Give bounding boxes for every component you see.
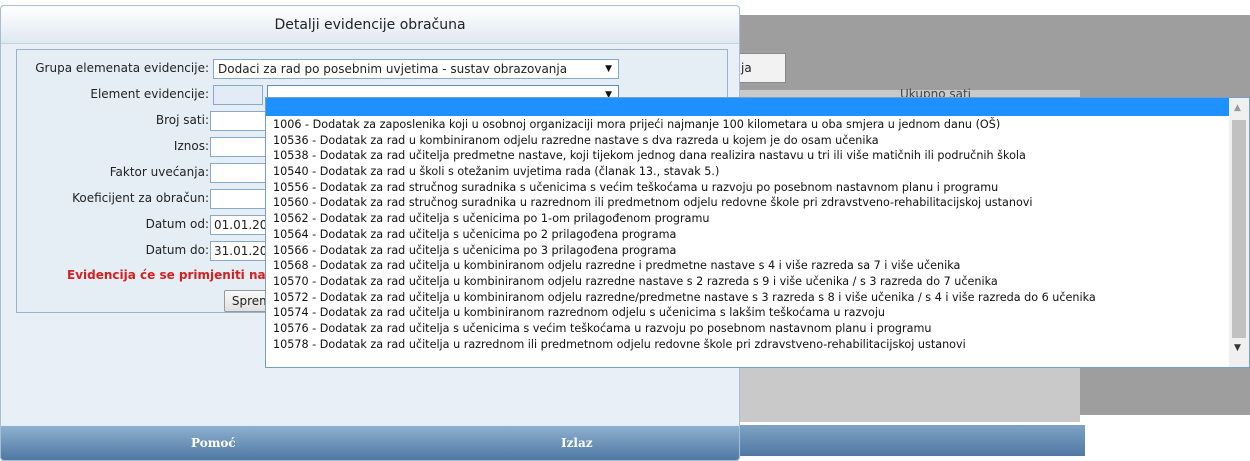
dropdown-option[interactable]: 10574 - Dodatak za rad učitelja u kombin… [266, 305, 1229, 321]
dropdown-option[interactable]: 10560 - Dodatak za rad stručnog suradnik… [266, 195, 1229, 211]
coefficient-label: Koeficijent za obračun: [72, 191, 209, 205]
factor-row: Faktor uvećanja: [17, 162, 209, 184]
date-from-input[interactable]: 01.01.20 [210, 215, 270, 235]
factor-input[interactable] [210, 163, 270, 183]
dropdown-option[interactable]: 10540 - Dodatak za rad u školi s otežani… [266, 164, 1229, 180]
dropdown-option[interactable]: 10568 - Dodatak za rad učitelja u kombin… [266, 258, 1229, 274]
group-row: Grupa elemenata evidencije: [17, 58, 209, 80]
dropdown-selected-empty-option[interactable] [266, 98, 1229, 116]
element-code-input[interactable] [213, 85, 263, 105]
dropdown-option[interactable]: 10564 - Dodatak za rad učitelja s učenic… [266, 227, 1229, 243]
date-to-row: Datum do: [17, 240, 209, 262]
exit-button[interactable]: Izlaz [561, 436, 593, 450]
date-from-label: Datum od: [145, 217, 209, 231]
dropdown-option[interactable]: 10570 - Dodatak za rad učitelja u kombin… [266, 274, 1229, 290]
dropdown-option[interactable]: 10538 - Dodatak za rad učitelja predmetn… [266, 148, 1229, 164]
coefficient-input[interactable] [210, 189, 270, 209]
dropdown-options: 1006 - Dodatak za zaposlenika koji u oso… [266, 117, 1229, 352]
group-select-value: Dodaci za rad po posebnim uvjetima - sus… [218, 62, 568, 76]
amount-input[interactable] [210, 137, 270, 157]
hours-input[interactable] [210, 111, 270, 131]
date-to-input[interactable]: 31.01.20 [210, 241, 270, 261]
dropdown-option[interactable]: 10572 - Dodatak za rad učitelja u kombin… [266, 290, 1229, 306]
amount-label: Iznos: [173, 139, 209, 153]
dropdown-option[interactable]: 10578 - Dodatak za rad učitelja u razred… [266, 337, 1229, 353]
hours-label: Broj sati: [155, 113, 209, 127]
factor-label: Faktor uvećanja: [109, 165, 209, 179]
coefficient-row: Koeficijent za obračun: [17, 188, 209, 210]
scroll-up-icon[interactable]: ▲ [1234, 103, 1241, 113]
dropdown-option[interactable]: 10562 - Dodatak za rad učitelja s učenic… [266, 211, 1229, 227]
amount-row: Iznos: [17, 136, 209, 158]
dialog-footer: Pomoć Izlaz [1, 426, 739, 460]
dropdown-option[interactable]: 10556 - Dodatak za rad stručnog suradnik… [266, 180, 1229, 196]
element-dropdown-list[interactable]: 1006 - Dodatak za zaposlenika koji u oso… [265, 97, 1250, 368]
background-footer-bar [735, 425, 1085, 456]
dropdown-option[interactable]: 10536 - Dodatak za rad u kombiniranom od… [266, 133, 1229, 149]
help-button[interactable]: Pomoć [191, 436, 236, 450]
group-select[interactable]: Dodaci za rad po posebnim uvjetima - sus… [213, 59, 619, 79]
date-to-label: Datum do: [145, 243, 209, 257]
hours-row: Broj sati: [17, 110, 209, 132]
group-label: Grupa elemenata evidencije: [35, 61, 209, 75]
background-tab-button[interactable]: ja [736, 53, 786, 83]
element-label: Element evidencije: [90, 87, 209, 101]
dropdown-option[interactable]: 1006 - Dodatak za zaposlenika koji u oso… [266, 117, 1229, 133]
scroll-down-icon[interactable]: ▼ [1234, 343, 1241, 353]
warning-text: Evidencija će se primjeniti na [67, 268, 266, 282]
date-from-row: Datum od: [17, 214, 209, 236]
dialog-title: Detalji evidencije obračuna [1, 6, 739, 44]
chevron-down-icon: ▼ [605, 64, 612, 74]
element-row: Element evidencije: [17, 84, 209, 106]
dropdown-option[interactable]: 10566 - Dodatak za rad učitelja s učenic… [266, 243, 1229, 259]
dropdown-scrollbar[interactable]: ▲ ▼ [1229, 98, 1249, 367]
scrollbar-thumb[interactable] [1232, 120, 1246, 338]
dropdown-option[interactable]: 10576 - Dodatak za rad učitelja s učenic… [266, 321, 1229, 337]
